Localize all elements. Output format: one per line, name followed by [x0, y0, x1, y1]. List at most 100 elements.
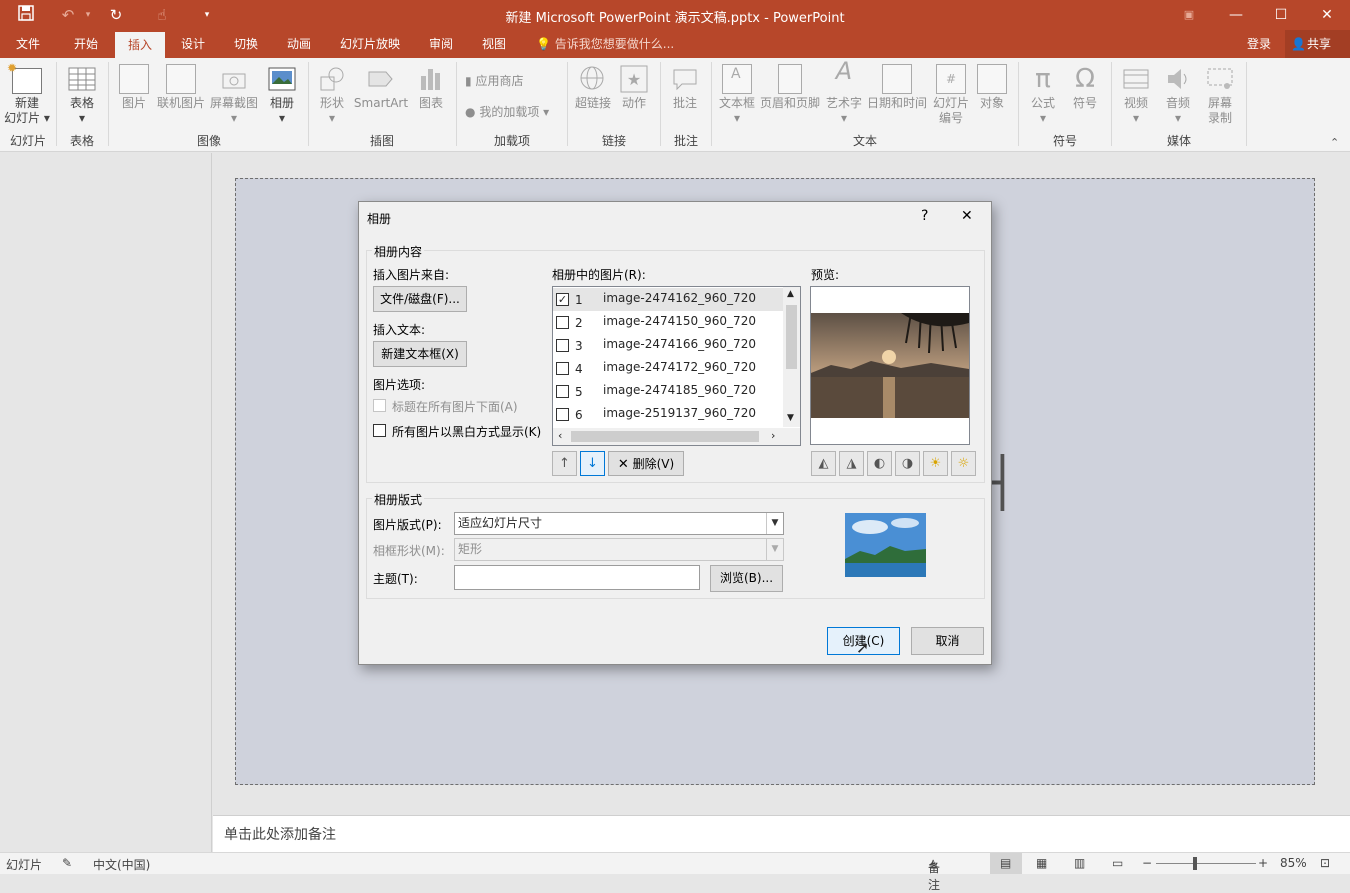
contrast-up-button[interactable]: ◐ — [867, 451, 892, 476]
picture-button[interactable]: 图片 — [116, 60, 152, 111]
scrollbar-thumb[interactable] — [786, 305, 797, 369]
arrow-down-icon: ↓ — [587, 456, 598, 471]
share-button[interactable]: 👤 共享 — [1285, 30, 1350, 58]
new-slide-button[interactable]: ✹ 新建 幻灯片 ▾ — [4, 60, 50, 126]
photo-album-button[interactable]: 相册 ▾ — [263, 60, 301, 126]
scroll-left-icon[interactable]: ‹ — [558, 429, 562, 442]
brightness-up-button[interactable]: ☀ — [923, 451, 948, 476]
comment-button[interactable]: 批注 — [667, 60, 703, 111]
theme-input[interactable] — [454, 565, 700, 590]
header-footer-button[interactable]: 页眉和页脚 — [758, 60, 822, 111]
scroll-right-icon[interactable]: › — [771, 429, 775, 442]
reading-view-icon[interactable]: ▥ — [1074, 856, 1085, 870]
picture-layout-select[interactable]: 适应幻灯片尺寸 ▼ — [454, 512, 784, 535]
zoom-slider-thumb[interactable] — [1193, 857, 1197, 870]
datetime-button[interactable]: 日期和时间 — [866, 60, 928, 111]
new-textbox-button[interactable]: 新建文本框(X) — [373, 341, 467, 367]
shapes-icon — [317, 64, 347, 94]
zoom-in-icon[interactable]: + — [1258, 856, 1268, 870]
help-button[interactable]: ? — [921, 208, 928, 224]
close-icon[interactable]: ✕ — [1316, 4, 1338, 26]
collapse-ribbon-icon[interactable]: ⌃ — [1330, 136, 1339, 149]
list-item[interactable]: ✓ 1 image-2474162_960_720 — [553, 288, 783, 311]
browse-button[interactable]: 浏览(B)... — [710, 565, 783, 592]
audio-button[interactable]: 音频 ▾ — [1158, 60, 1198, 126]
smartart-button[interactable]: SmartArt — [352, 60, 410, 111]
wordart-button[interactable]: A 艺术字 ▾ — [824, 59, 864, 126]
zoom-level[interactable]: 85% — [1280, 856, 1307, 870]
picture-checkbox[interactable] — [556, 339, 569, 352]
slide-sorter-icon[interactable]: ▦ — [1036, 856, 1047, 870]
zoom-slider[interactable] — [1156, 863, 1256, 864]
remove-button[interactable]: ✕ 删除(V) — [608, 451, 684, 476]
picture-checkbox[interactable] — [556, 408, 569, 421]
screenshot-button[interactable]: 屏幕截图 ▾ — [208, 60, 260, 126]
tell-me-box[interactable]: 💡 告诉我您想要做什么... — [536, 30, 674, 58]
slide-thumbnails-pane[interactable] — [0, 153, 212, 852]
action-button[interactable]: ★ 动作 — [616, 60, 652, 111]
hscroll-thumb[interactable] — [571, 431, 759, 442]
store-button[interactable]: ▮ 应用商店 — [465, 72, 523, 89]
online-picture-button[interactable]: 联机图片 — [155, 60, 207, 111]
screen-recording-icon — [1205, 64, 1235, 94]
move-up-button[interactable]: ↑ — [552, 451, 577, 476]
equation-button[interactable]: π 公式 ▾ — [1024, 60, 1062, 126]
picture-checkbox[interactable] — [556, 316, 569, 329]
file-disk-button[interactable]: 文件/磁盘(F)... — [373, 286, 467, 312]
proofing-icon[interactable]: ✎ — [62, 856, 72, 870]
scroll-down-icon[interactable]: ▼ — [787, 413, 794, 423]
textbox-button[interactable]: A 文本框 ▾ — [716, 60, 758, 126]
fit-slide-icon[interactable]: ⊡ — [1320, 856, 1330, 870]
maximize-icon[interactable]: ☐ — [1270, 4, 1292, 26]
slide-number-button[interactable]: # 幻灯片 编号 — [930, 60, 972, 126]
brightness-down-button[interactable]: ☼ — [951, 451, 976, 476]
notes-pane[interactable]: 单击此处添加备注 — [213, 815, 1350, 852]
picture-checkbox[interactable] — [556, 385, 569, 398]
frame-shape-select[interactable]: 矩形 ▼ — [454, 538, 784, 561]
list-item[interactable]: 3 image-2474166_960_720 — [553, 334, 783, 357]
tab-slideshow[interactable]: 幻灯片放映 — [333, 30, 407, 58]
my-addins-button[interactable]: ● 我的加载项 ▾ — [465, 103, 549, 120]
contrast-down-button[interactable]: ◑ — [895, 451, 920, 476]
object-button[interactable]: 对象 — [974, 60, 1010, 111]
login-link[interactable]: 登录 — [1247, 30, 1271, 58]
minimize-icon[interactable]: — — [1225, 4, 1247, 26]
list-item[interactable]: 5 image-2474185_960_720 — [553, 380, 783, 403]
captions-below-checkbox[interactable] — [373, 399, 386, 412]
list-item[interactable]: 6 image-2519137_960_720 — [553, 403, 783, 426]
tab-file[interactable]: 文件 — [6, 30, 50, 58]
slideshow-icon[interactable]: ▭ — [1112, 856, 1123, 870]
move-down-button[interactable]: ↓ — [580, 451, 605, 476]
picture-checkbox[interactable] — [556, 362, 569, 375]
language-indicator[interactable]: 中文(中国) — [93, 856, 150, 873]
black-white-checkbox[interactable] — [373, 424, 386, 437]
tab-transitions[interactable]: 切换 — [223, 30, 269, 58]
list-item[interactable]: 4 image-2474172_960_720 — [553, 357, 783, 380]
zoom-out-icon[interactable]: − — [1142, 856, 1152, 870]
tab-home[interactable]: 开始 — [63, 30, 109, 58]
tab-review[interactable]: 审阅 — [418, 30, 464, 58]
list-item[interactable]: 2 image-2474150_960_720 — [553, 311, 783, 334]
chart-button[interactable]: 图表 — [413, 60, 449, 111]
pictures-listbox[interactable]: ✓ 1 image-2474162_960_720 2 image-247415… — [552, 286, 801, 446]
picture-checkbox[interactable]: ✓ — [556, 293, 569, 306]
tab-design[interactable]: 设计 — [170, 30, 216, 58]
tab-insert[interactable]: 插入 — [115, 32, 165, 58]
table-button[interactable]: 表格 ▾ — [62, 60, 102, 126]
vertical-scrollbar[interactable]: ▲ ▼ — [783, 287, 800, 427]
tab-view[interactable]: 视图 — [471, 30, 517, 58]
rotate-right-button[interactable]: ◮ — [839, 451, 864, 476]
rotate-left-button[interactable]: ◭ — [811, 451, 836, 476]
shapes-button[interactable]: 形状 ▾ — [314, 60, 350, 126]
hyperlink-button[interactable]: 超链接 — [572, 60, 614, 111]
tab-animations[interactable]: 动画 — [276, 30, 322, 58]
scroll-up-icon[interactable]: ▲ — [787, 289, 794, 299]
symbol-button[interactable]: Ω 符号 — [1066, 60, 1104, 111]
ribbon-display-icon[interactable]: ▣ — [1178, 4, 1200, 26]
cancel-button[interactable]: 取消 — [911, 627, 984, 655]
horizontal-scrollbar[interactable]: ‹ › — [553, 428, 800, 445]
insert-from-label: 插入图片来自: — [373, 268, 450, 282]
video-button[interactable]: 视频 ▾ — [1116, 60, 1156, 126]
screen-recording-button[interactable]: 屏幕 录制 — [1200, 60, 1240, 126]
dialog-close-button[interactable]: ✕ — [961, 208, 973, 224]
